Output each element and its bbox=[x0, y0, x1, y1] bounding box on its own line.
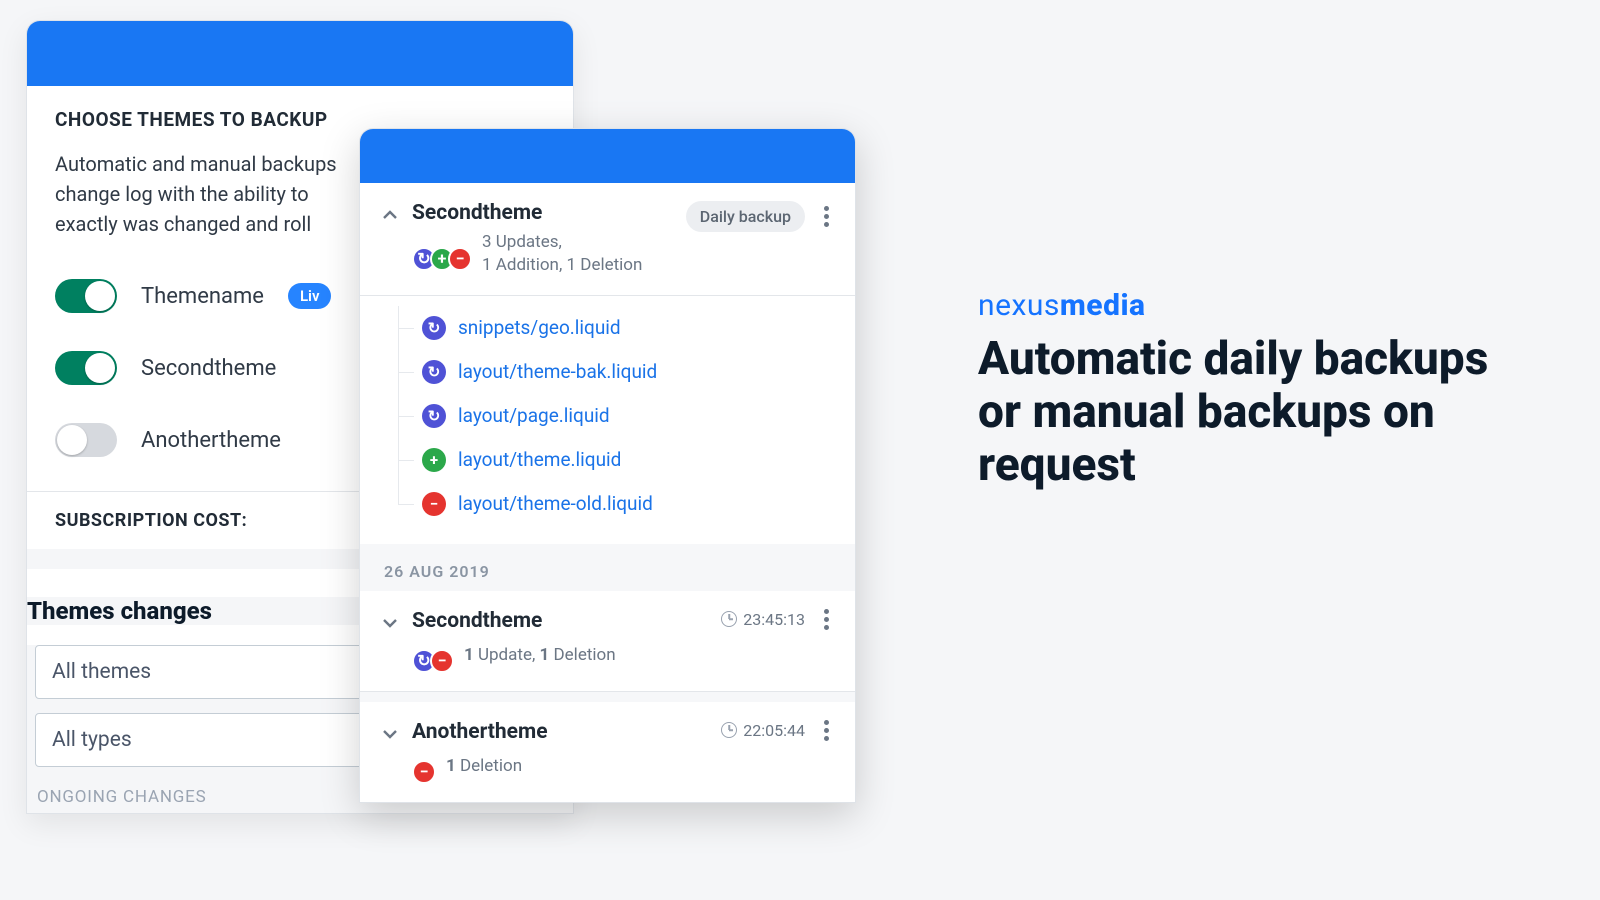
chevron-down-icon[interactable] bbox=[380, 613, 400, 633]
marketing-headline: Automatic daily backups or manual backup… bbox=[978, 333, 1498, 492]
toggle-themename[interactable] bbox=[55, 279, 117, 313]
entry-menu-button[interactable] bbox=[817, 206, 835, 227]
clock-icon bbox=[721, 611, 737, 627]
clock-icon bbox=[721, 722, 737, 738]
change-entry-collapsed[interactable]: Anothertheme − 1 Deletion 22:05:44 bbox=[360, 702, 855, 802]
deletion-icon: − bbox=[412, 760, 436, 784]
changed-file-row[interactable]: ↻ layout/page.liquid bbox=[368, 394, 855, 438]
deletion-icon: − bbox=[430, 649, 454, 673]
update-icon: ↻ bbox=[422, 404, 446, 428]
file-path: layout/theme.liquid bbox=[458, 448, 621, 471]
changes-log-window: Secondtheme ↻ + − 3 Updates, 1 Addition,… bbox=[359, 128, 856, 803]
chevron-down-icon[interactable] bbox=[380, 724, 400, 744]
entry-time: 23:45:13 bbox=[721, 610, 805, 629]
file-path: layout/theme-old.liquid bbox=[458, 492, 653, 515]
file-path: snippets/geo.liquid bbox=[458, 316, 621, 339]
change-entry-collapsed[interactable]: Secondtheme ↻ − 1 Update, 1 Deletion 23:… bbox=[360, 591, 855, 692]
theme-label: Themename bbox=[141, 284, 264, 309]
brand-name: nexusmedia bbox=[978, 288, 1498, 323]
entry-menu-button[interactable] bbox=[817, 720, 835, 741]
change-type-icons: ↻ + − bbox=[412, 247, 472, 271]
change-type-icons: − bbox=[412, 760, 436, 784]
entry-theme-name: Secondtheme bbox=[412, 609, 709, 633]
entry-time: 22:05:44 bbox=[721, 721, 805, 740]
entry-theme-name: Anothertheme bbox=[412, 720, 709, 744]
changed-file-row[interactable]: + layout/theme.liquid bbox=[368, 438, 855, 482]
entry-summary: 1 Deletion bbox=[446, 755, 522, 778]
toggle-anothertheme[interactable] bbox=[55, 423, 117, 457]
marketing-copy: nexusmedia Automatic daily backups or ma… bbox=[978, 288, 1498, 492]
window-titlebar bbox=[360, 129, 855, 183]
date-label: 26 AUG 2019 bbox=[360, 544, 855, 591]
chevron-up-icon[interactable] bbox=[380, 205, 400, 225]
changed-file-row[interactable]: ↻ snippets/geo.liquid bbox=[368, 306, 855, 350]
change-type-icons: ↻ − bbox=[412, 649, 454, 673]
theme-label: Secondtheme bbox=[141, 356, 276, 381]
file-path: layout/page.liquid bbox=[458, 404, 610, 427]
daily-backup-badge: Daily backup bbox=[686, 201, 805, 232]
file-path: layout/theme-bak.liquid bbox=[458, 360, 657, 383]
changed-file-row[interactable]: ↻ layout/theme-bak.liquid bbox=[368, 350, 855, 394]
deletion-icon: − bbox=[448, 247, 472, 271]
entry-summary: 1 Update, 1 Deletion bbox=[464, 644, 616, 667]
update-icon: ↻ bbox=[422, 360, 446, 384]
change-entry-expanded: Secondtheme ↻ + − 3 Updates, 1 Addition,… bbox=[360, 183, 855, 296]
update-icon: ↻ bbox=[422, 316, 446, 340]
changed-files-list: ↻ snippets/geo.liquid ↻ layout/theme-bak.li… bbox=[360, 296, 855, 544]
live-badge: Liv bbox=[288, 283, 332, 309]
entry-theme-name: Secondtheme bbox=[412, 201, 674, 225]
toggle-secondtheme[interactable] bbox=[55, 351, 117, 385]
addition-icon: + bbox=[422, 448, 446, 472]
deletion-icon: − bbox=[422, 492, 446, 516]
entry-summary: 3 Updates, 1 Addition, 1 Deletion bbox=[482, 231, 642, 277]
window-titlebar bbox=[27, 21, 573, 86]
entry-menu-button[interactable] bbox=[817, 609, 835, 630]
theme-label: Anothertheme bbox=[141, 428, 281, 453]
changed-file-row[interactable]: −layout/theme-old.liquid bbox=[368, 482, 855, 526]
